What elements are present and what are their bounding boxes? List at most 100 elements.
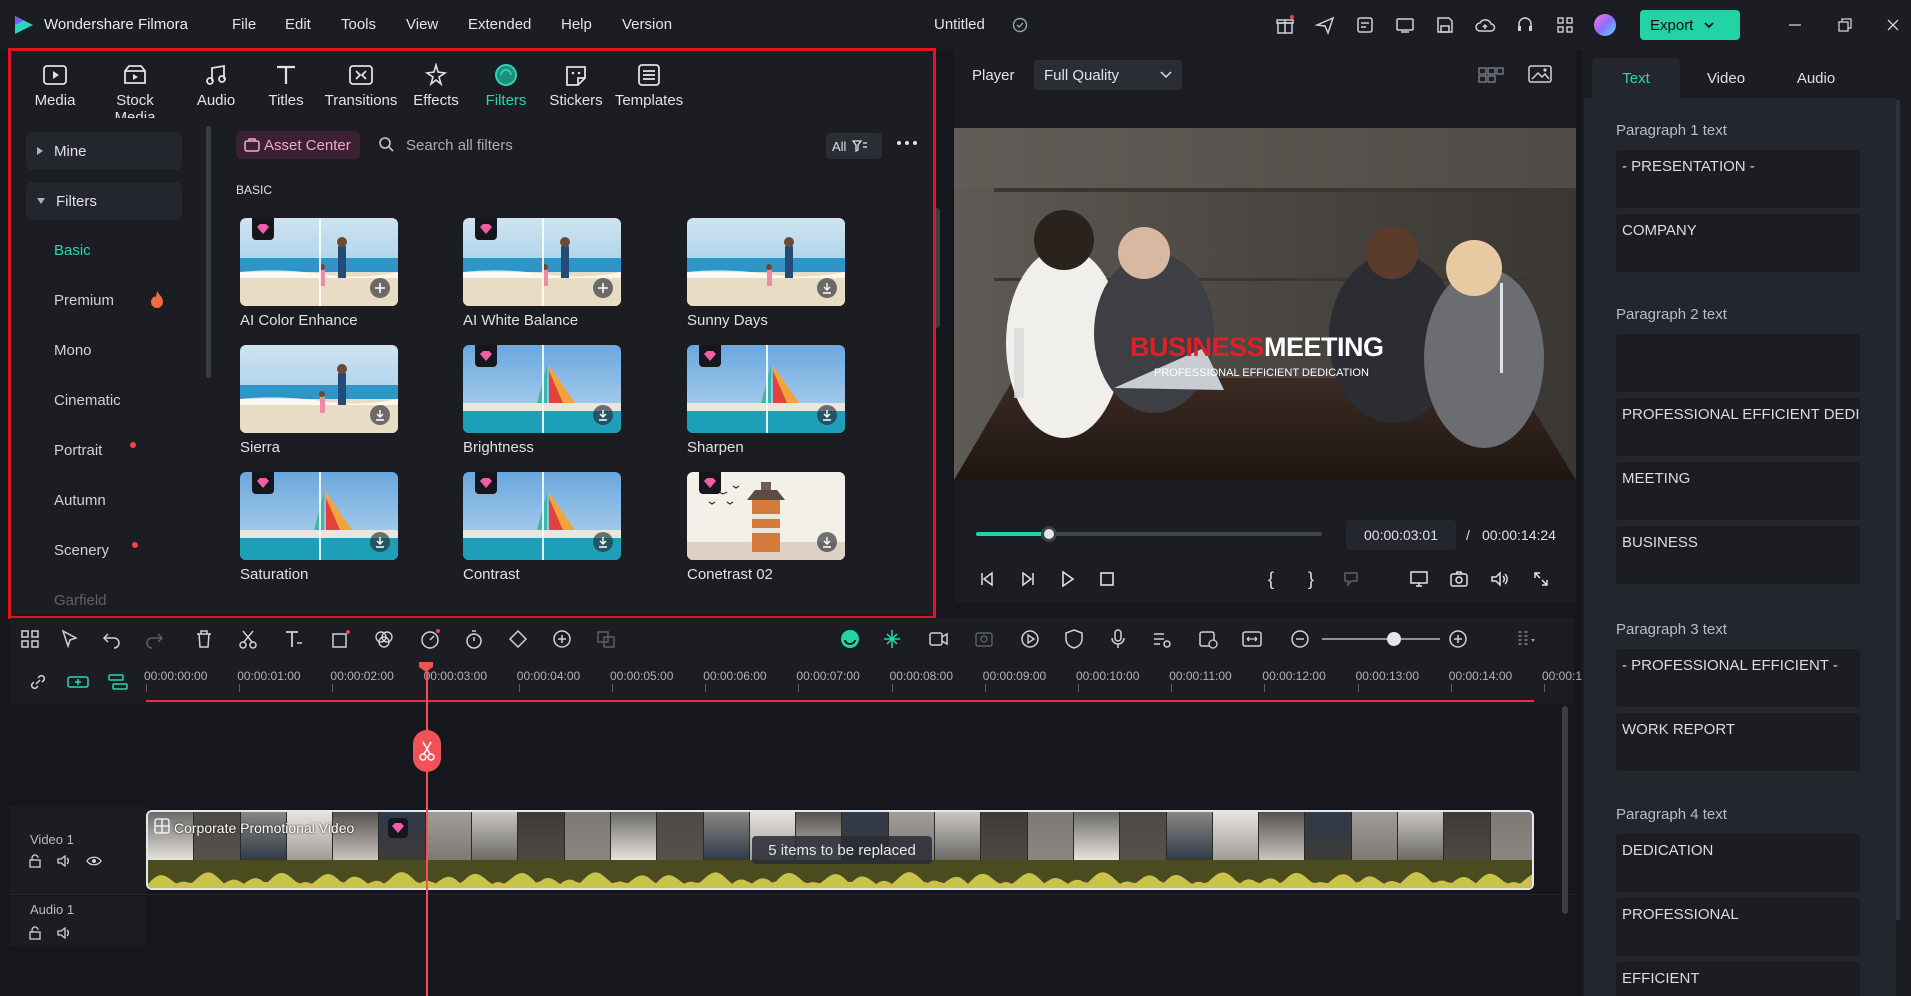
save-icon[interactable] bbox=[1432, 13, 1458, 37]
grid-scrollbar[interactable] bbox=[934, 208, 940, 328]
avatar[interactable] bbox=[1592, 13, 1618, 37]
paragraph-text-field[interactable]: WORK REPORT bbox=[1616, 713, 1860, 771]
snap-icon[interactable] bbox=[880, 626, 906, 652]
export-button[interactable]: Export bbox=[1640, 10, 1740, 40]
volume-icon[interactable] bbox=[1486, 566, 1512, 592]
more-options-icon[interactable] bbox=[896, 136, 918, 150]
ai-scene-icon[interactable] bbox=[972, 626, 998, 652]
delete-icon[interactable] bbox=[192, 626, 218, 652]
eye-icon[interactable] bbox=[86, 855, 102, 867]
render-preview-icon[interactable] bbox=[926, 626, 952, 652]
download-icon[interactable] bbox=[817, 405, 837, 425]
nav-group-filters[interactable]: Filters bbox=[26, 182, 182, 220]
grid-view-icon[interactable] bbox=[1478, 64, 1504, 84]
download-icon[interactable] bbox=[370, 405, 390, 425]
quality-select[interactable]: Full Quality bbox=[1034, 60, 1182, 90]
add-icon[interactable] bbox=[593, 278, 613, 298]
text-tool-icon[interactable] bbox=[282, 626, 308, 652]
microphone-icon[interactable] bbox=[1106, 626, 1132, 652]
lock-icon[interactable] bbox=[28, 854, 42, 868]
all-filter-dropdown[interactable]: All bbox=[826, 133, 882, 159]
filter-card-conetrast-02[interactable]: Conetrast 02 bbox=[687, 472, 845, 583]
nav-item-premium[interactable]: Premium bbox=[54, 292, 114, 309]
nav-item-portrait[interactable]: Portrait bbox=[54, 442, 102, 459]
ai-copy-icon[interactable] bbox=[1196, 626, 1222, 652]
nav-item-basic[interactable]: Basic bbox=[54, 242, 91, 259]
mute-icon[interactable] bbox=[56, 854, 72, 868]
redo-icon[interactable] bbox=[142, 626, 168, 652]
select-tool-icon[interactable] bbox=[58, 626, 84, 652]
paragraph-text-field[interactable] bbox=[1616, 334, 1860, 392]
close-icon[interactable] bbox=[1880, 13, 1906, 37]
paragraph-text-field[interactable]: DEDICATION bbox=[1616, 834, 1860, 892]
cut-icon[interactable] bbox=[236, 626, 262, 652]
tab-titles[interactable]: Titles bbox=[246, 58, 326, 109]
filter-thumbnail[interactable] bbox=[240, 218, 398, 306]
menu-extended[interactable]: Extended bbox=[468, 16, 531, 33]
tab-audio[interactable]: Audio bbox=[176, 58, 256, 109]
filter-thumbnail[interactable] bbox=[463, 472, 621, 560]
download-icon[interactable] bbox=[817, 532, 837, 552]
send-icon[interactable] bbox=[1312, 13, 1338, 37]
zoom-slider-track[interactable] bbox=[1322, 638, 1440, 640]
mark-in-icon[interactable]: { bbox=[1258, 566, 1284, 592]
filter-thumbnail[interactable] bbox=[463, 218, 621, 306]
nav-item-garfield[interactable]: Garfield bbox=[54, 592, 107, 609]
fullscreen-icon[interactable] bbox=[1528, 566, 1554, 592]
cloud-upload-icon[interactable] bbox=[1472, 13, 1498, 37]
color-match-icon[interactable] bbox=[372, 626, 398, 652]
playback-progress-handle[interactable] bbox=[1040, 526, 1057, 542]
audio-mute-icon[interactable] bbox=[56, 926, 72, 940]
restore-icon[interactable] bbox=[1832, 13, 1858, 37]
filter-thumbnail[interactable] bbox=[687, 345, 845, 433]
nav-item-autumn[interactable]: Autumn bbox=[54, 492, 106, 509]
link-icon[interactable] bbox=[28, 672, 48, 692]
layout-grid-icon[interactable] bbox=[18, 626, 44, 652]
nav-group-mine[interactable]: Mine bbox=[26, 132, 182, 170]
mark-out-icon[interactable]: } bbox=[1298, 566, 1324, 592]
undo-icon[interactable] bbox=[100, 626, 126, 652]
fit-timeline-icon[interactable] bbox=[1240, 626, 1266, 652]
filter-thumbnail[interactable] bbox=[240, 472, 398, 560]
tab-effects[interactable]: Effects bbox=[396, 58, 476, 109]
menu-help[interactable]: Help bbox=[561, 16, 592, 33]
menu-tools[interactable]: Tools bbox=[341, 16, 376, 33]
tab-video[interactable]: Video bbox=[1682, 58, 1770, 98]
download-icon[interactable] bbox=[593, 405, 613, 425]
ai-speed-icon[interactable] bbox=[418, 626, 444, 652]
zoom-out-icon[interactable] bbox=[1288, 626, 1314, 652]
filter-card-ai-white-balance[interactable]: AI White Balance bbox=[463, 218, 621, 329]
tab-stock-media[interactable]: Stock Media bbox=[95, 58, 175, 126]
download-icon[interactable] bbox=[370, 532, 390, 552]
mask-shield-icon[interactable] bbox=[1062, 626, 1088, 652]
playback-speed-icon[interactable] bbox=[1018, 626, 1044, 652]
menu-version[interactable]: Version bbox=[622, 16, 672, 33]
minimize-icon[interactable] bbox=[1782, 13, 1808, 37]
filter-card-sharpen[interactable]: Sharpen bbox=[687, 345, 845, 456]
playhead[interactable] bbox=[426, 664, 428, 996]
snapshot-image-icon[interactable] bbox=[1528, 64, 1552, 84]
paragraph-text-field[interactable]: - PRESENTATION - bbox=[1616, 150, 1860, 208]
properties-scrollbar[interactable] bbox=[1896, 100, 1900, 920]
tab-filters[interactable]: Filters bbox=[466, 58, 546, 109]
nav-item-scenery[interactable]: Scenery bbox=[54, 542, 109, 559]
audio-mixer-icon[interactable] bbox=[1150, 626, 1176, 652]
paragraph-text-field[interactable]: COMPANY bbox=[1616, 214, 1860, 272]
playhead-split-handle[interactable] bbox=[413, 730, 441, 772]
translate-icon[interactable] bbox=[594, 626, 620, 652]
paragraph-text-field[interactable]: PROFESSIONAL EFFICIENT DEDICATI bbox=[1616, 398, 1860, 456]
filter-card-contrast[interactable]: Contrast bbox=[463, 472, 621, 583]
prev-frame-icon[interactable] bbox=[974, 566, 1000, 592]
filter-thumbnail[interactable] bbox=[240, 345, 398, 433]
timeline-scrollbar[interactable] bbox=[1562, 706, 1568, 914]
menu-edit[interactable]: Edit bbox=[285, 16, 311, 33]
keyframe-icon[interactable] bbox=[506, 626, 532, 652]
add-track-icon[interactable] bbox=[66, 672, 90, 692]
tab-templates[interactable]: Templates bbox=[609, 58, 689, 109]
audio-lock-icon[interactable] bbox=[28, 926, 42, 940]
gift-icon[interactable] bbox=[1272, 13, 1298, 37]
paragraph-text-field[interactable]: - PROFESSIONAL EFFICIENT - bbox=[1616, 649, 1860, 707]
download-icon[interactable] bbox=[817, 278, 837, 298]
projects-icon[interactable] bbox=[1352, 13, 1378, 37]
camera-snapshot-icon[interactable] bbox=[1446, 566, 1472, 592]
